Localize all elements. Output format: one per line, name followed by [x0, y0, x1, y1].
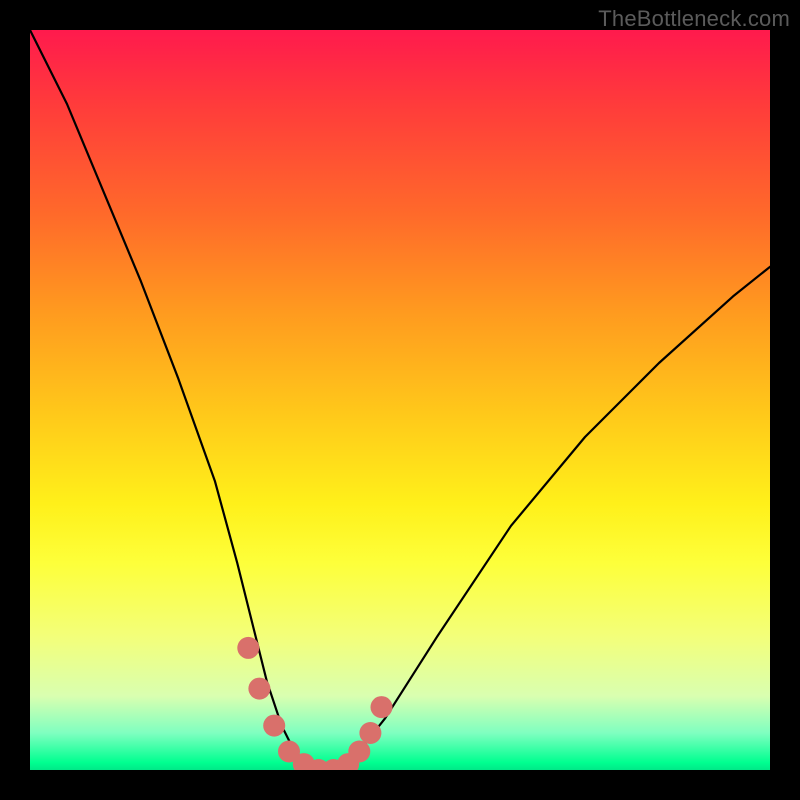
watermark-text: TheBottleneck.com [598, 6, 790, 32]
highlight-marker [263, 715, 285, 737]
highlight-marker [348, 741, 370, 763]
highlight-marker [359, 722, 381, 744]
bottleneck-curve-path [30, 30, 770, 770]
chart-plot-area [30, 30, 770, 770]
highlight-marker [248, 678, 270, 700]
highlight-marker [237, 637, 259, 659]
highlight-marker [371, 696, 393, 718]
bottleneck-curve-svg [30, 30, 770, 770]
